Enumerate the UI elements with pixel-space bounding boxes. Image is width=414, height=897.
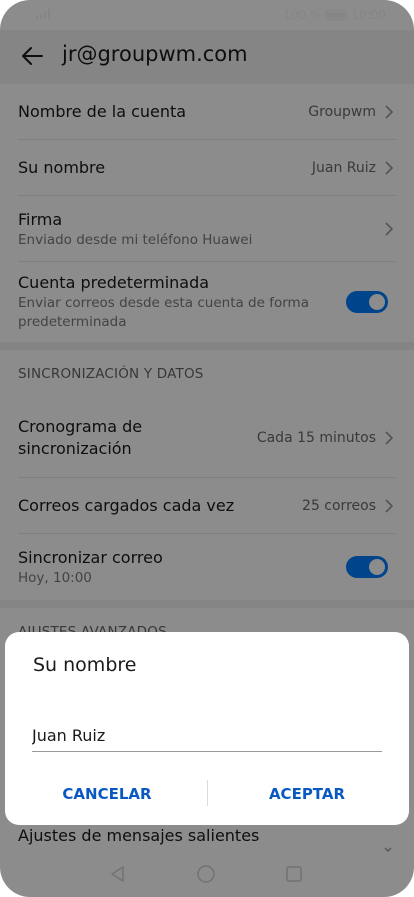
cancel-button[interactable]: CANCELAR [17, 780, 197, 808]
accept-button[interactable]: ACEPTAR [217, 780, 397, 808]
name-input[interactable] [32, 720, 382, 752]
dialog-title: Su nombre [33, 654, 137, 676]
button-divider [207, 780, 208, 806]
phone-screen: 100 % 10:00 jr@groupwm.com Nombre de la … [0, 0, 414, 897]
edit-name-dialog: Su nombre CANCELAR ACEPTAR [5, 632, 409, 825]
